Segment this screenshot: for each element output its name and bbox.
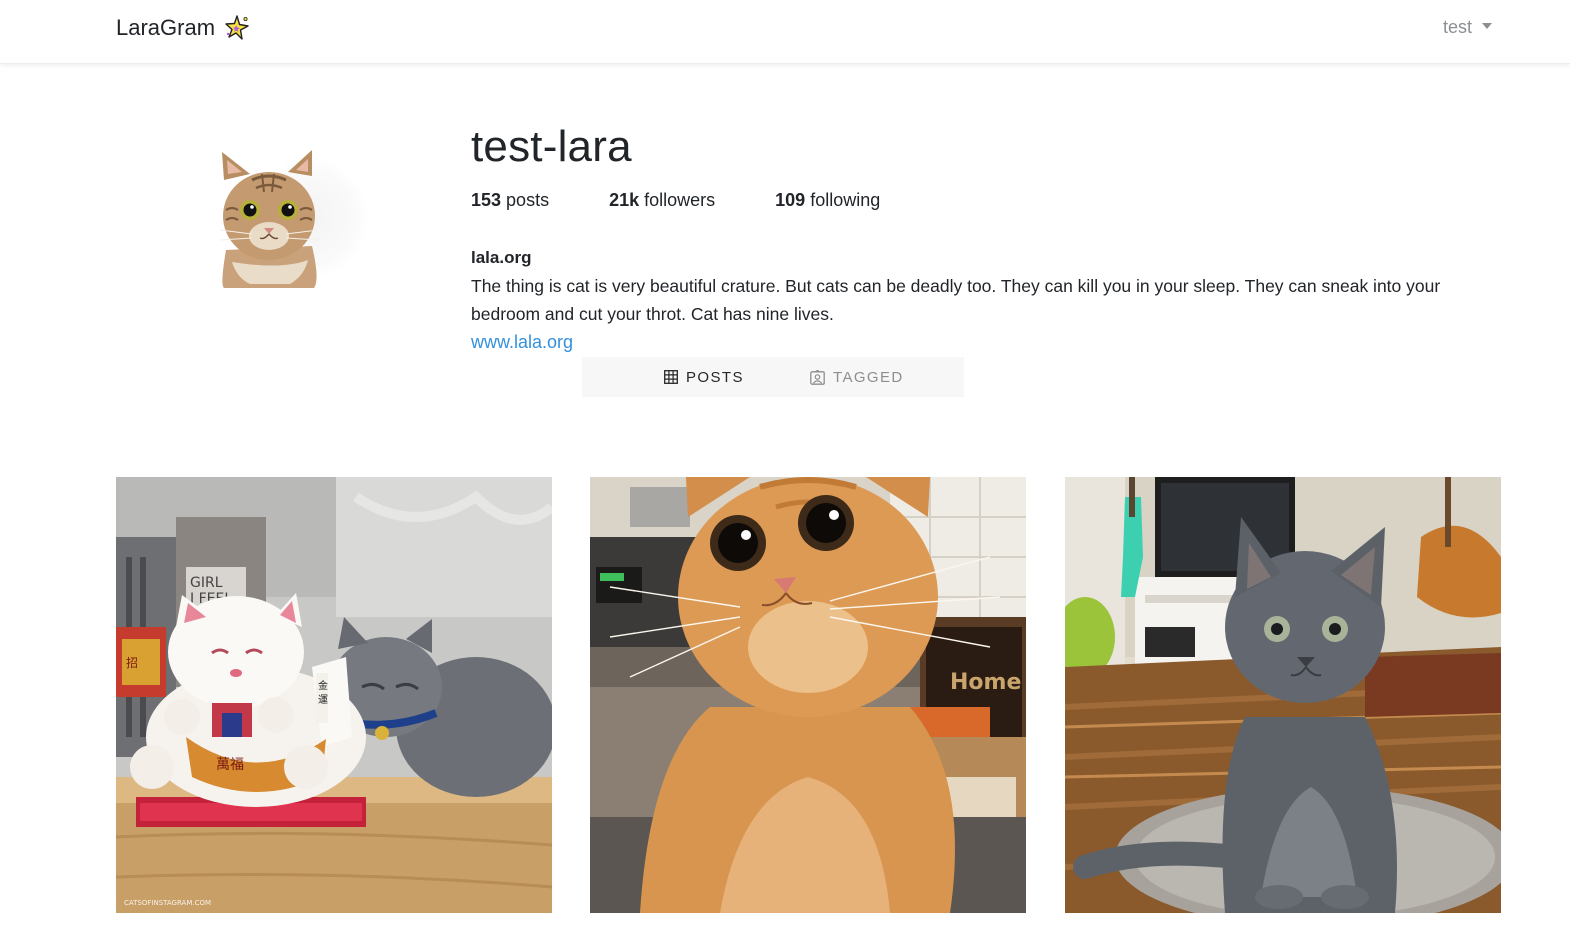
profile-tabs: POSTS TAGGED	[582, 357, 964, 397]
tab-posts[interactable]: POSTS	[664, 357, 744, 397]
bio-website-link[interactable]: www.lala.org	[471, 328, 573, 356]
top-navbar: LaraGram test	[0, 0, 1570, 64]
tab-posts-label: POSTS	[686, 368, 744, 386]
sparkle-icon	[225, 15, 249, 40]
post-grid: GIRL I FEEL 金 運 萬福 招 CATSOFINSTAGRAM.COM…	[116, 477, 1501, 913]
brand-name: LaraGram	[116, 15, 216, 40]
brand-link[interactable]: LaraGram	[116, 14, 251, 42]
user-dropdown-toggle[interactable]: test	[1443, 17, 1492, 38]
stat-followers[interactable]: 21k followers	[609, 190, 715, 211]
post-image-orange-cat: Home	[590, 477, 1026, 913]
profile-username: test-lara	[471, 122, 632, 171]
followers-label: followers	[644, 190, 716, 210]
followers-count: 21k	[609, 190, 640, 210]
bio-description: The thing is cat is very beautiful cratu…	[471, 276, 1441, 324]
profile-stats: 153 posts 21k followers 109 following	[471, 190, 880, 211]
post-sign-text: Home	[950, 670, 1021, 695]
cat-avatar-image	[219, 150, 319, 288]
svg-text:招: 招	[126, 656, 138, 670]
tab-tagged-label: TAGGED	[833, 368, 904, 386]
tag-person-icon	[810, 369, 825, 385]
profile-avatar	[212, 150, 368, 300]
svg-text:萬福: 萬福	[216, 757, 244, 773]
svg-text:運: 運	[318, 694, 328, 706]
posts-label: posts	[506, 190, 550, 210]
following-label: following	[810, 190, 881, 210]
caret-down-icon	[1482, 23, 1492, 29]
post-thumbnail[interactable]: GIRL I FEEL 金 運 萬福 招 CATSOFINSTAGRAM.COM	[116, 477, 552, 913]
svg-text:金: 金	[318, 679, 328, 692]
svg-text:GIRL: GIRL	[190, 575, 223, 591]
following-count: 109	[775, 190, 806, 210]
grid-icon	[664, 370, 678, 384]
post-image-gray-kitten	[1065, 477, 1501, 913]
stat-posts: 153 posts	[471, 190, 549, 211]
post-thumbnail[interactable]	[1065, 477, 1501, 913]
user-menu-label: test	[1442, 17, 1472, 37]
post-watermark: CATSOFINSTAGRAM.COM	[124, 899, 211, 907]
bio-title: lala.org	[471, 248, 532, 267]
post-thumbnail[interactable]: Home	[590, 477, 1026, 913]
tab-tagged[interactable]: TAGGED	[810, 357, 904, 397]
stat-following[interactable]: 109 following	[775, 190, 880, 211]
posts-count: 153	[471, 190, 502, 210]
post-image-lucky-cat: GIRL I FEEL 金 運 萬福 招 CATSOFINSTAGRAM.COM	[116, 477, 552, 913]
